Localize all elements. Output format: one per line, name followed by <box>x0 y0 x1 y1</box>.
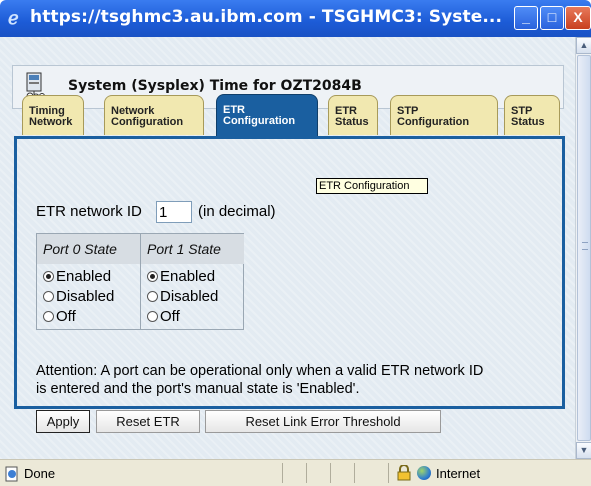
port0-options: Enabled Disabled Off <box>37 264 141 330</box>
port1-off-label: Off <box>160 308 180 325</box>
port1-enabled-label: Enabled <box>160 268 216 285</box>
port1-disabled-label: Disabled <box>160 288 219 305</box>
radio-unselected-icon <box>147 291 158 302</box>
attention-line2: is entered and the port's manual state i… <box>36 381 360 397</box>
status-text: Done <box>24 466 56 481</box>
etr-network-id-hint: (in decimal) <box>198 203 276 220</box>
internet-explorer-icon: ℯ <box>8 8 19 28</box>
tab-network-configuration[interactable]: Network Configuration <box>104 95 204 135</box>
scroll-up-button[interactable]: ▲ <box>576 37 591 54</box>
window-title-bar: ℯ https://tsghmc3.au.ibm.com - TSGHMC3: … <box>0 0 591 37</box>
scroll-grip-icon <box>582 242 588 250</box>
port-state-table: Port 0 State Port 1 State Enabled Disabl… <box>36 233 244 330</box>
close-button[interactable]: X <box>565 6 591 30</box>
window-title: https://tsghmc3.au.ibm.com - TSGHMC3: Sy… <box>30 7 503 27</box>
apply-button[interactable]: Apply <box>36 410 90 433</box>
etr-network-id-label: ETR network ID <box>36 203 142 220</box>
minimize-button[interactable]: _ <box>514 6 538 30</box>
lock-icon <box>397 465 411 481</box>
tab-label-line2: Configuration <box>223 115 296 127</box>
radio-unselected-icon <box>147 311 158 322</box>
port0-off-radio[interactable]: Off <box>43 308 76 325</box>
tab-label-line2: Configuration <box>111 116 184 128</box>
port0-off-label: Off <box>56 308 76 325</box>
port1-heading: Port 1 State <box>141 234 244 264</box>
page-title: System (Sysplex) Time for OZT2084B <box>68 78 362 94</box>
radio-unselected-icon <box>43 311 54 322</box>
scroll-down-button[interactable]: ▼ <box>576 442 591 459</box>
tab-label-line2: Status <box>335 116 369 128</box>
port0-enabled-label: Enabled <box>56 268 112 285</box>
status-bar: Done Internet <box>0 459 591 486</box>
reset-link-error-threshold-button[interactable]: Reset Link Error Threshold <box>205 410 441 433</box>
port1-off-radio[interactable]: Off <box>147 308 180 325</box>
tab-tooltip: ETR Configuration <box>316 178 428 194</box>
maximize-button[interactable]: □ <box>540 6 564 30</box>
tab-label-line2: Configuration <box>397 116 470 128</box>
radio-selected-icon <box>43 271 54 282</box>
port0-disabled-label: Disabled <box>56 288 115 305</box>
status-divider <box>330 463 331 483</box>
radio-unselected-icon <box>43 291 54 302</box>
port1-options: Enabled Disabled Off <box>141 264 244 330</box>
tab-stp-configuration[interactable]: STP Configuration <box>390 95 498 135</box>
status-divider <box>306 463 307 483</box>
page-done-icon <box>5 466 18 482</box>
tab-etr-configuration[interactable]: ETR Configuration <box>216 94 318 136</box>
port1-disabled-radio[interactable]: Disabled <box>147 288 218 305</box>
port0-enabled-radio[interactable]: Enabled <box>43 268 111 285</box>
tab-label-line2: Status <box>511 116 545 128</box>
scroll-thumb[interactable] <box>577 55 591 441</box>
status-divider <box>282 463 283 483</box>
tab-etr-status[interactable]: ETR Status <box>328 95 378 135</box>
internet-zone-icon <box>417 466 431 480</box>
port1-enabled-radio[interactable]: Enabled <box>147 268 215 285</box>
reset-etr-button[interactable]: Reset ETR <box>96 410 200 433</box>
radio-selected-icon <box>147 271 158 282</box>
status-divider <box>354 463 355 483</box>
tab-stp-status[interactable]: STP Status <box>504 95 560 135</box>
zone-text: Internet <box>436 466 481 481</box>
attention-line1: Attention: A port can be operational onl… <box>36 363 484 379</box>
vertical-scrollbar[interactable]: ▲ ▼ <box>575 37 591 459</box>
status-divider <box>388 463 389 483</box>
tab-label-line2: Network <box>29 116 73 128</box>
port0-heading: Port 0 State <box>37 234 141 264</box>
tab-timing-network[interactable]: Timing Network <box>22 95 84 135</box>
etr-network-id-input[interactable] <box>156 201 192 223</box>
port0-disabled-radio[interactable]: Disabled <box>43 288 114 305</box>
